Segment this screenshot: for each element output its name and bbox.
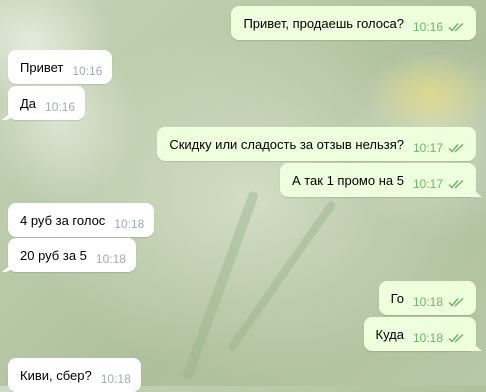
- message-time: 10:16: [72, 64, 103, 78]
- message-text: Киви, сбер?: [20, 367, 92, 383]
- double-check-icon: [448, 22, 466, 32]
- message-text: 20 руб за 5: [20, 247, 87, 263]
- message-outgoing[interactable]: А так 1 промо на 5 10:17: [279, 163, 476, 197]
- message-text: 4 руб за голос: [20, 212, 106, 228]
- message-time: 10:18: [412, 295, 443, 309]
- message-outgoing[interactable]: Скидку или сладость за отзыв нельзя? 10:…: [157, 127, 476, 161]
- message-incoming[interactable]: Привет 10:16: [8, 50, 113, 84]
- message-outgoing[interactable]: Куда 10:18: [363, 317, 476, 351]
- message-time: 10:17: [412, 141, 443, 155]
- message-outgoing[interactable]: Привет, продаешь голоса? 10:16: [231, 6, 476, 40]
- double-check-icon: [448, 143, 466, 153]
- message-incoming[interactable]: 20 руб за 5 10:18: [8, 238, 136, 272]
- message-text: Го: [390, 290, 404, 306]
- message-text: Куда: [375, 326, 404, 342]
- message-text: Привет: [20, 59, 64, 75]
- message-incoming[interactable]: 4 руб за голос 10:18: [8, 203, 155, 237]
- message-time: 10:16: [45, 100, 76, 114]
- message-incoming[interactable]: Киви, сбер? 10:18: [8, 358, 141, 392]
- message-text: Привет, продаешь голоса?: [243, 15, 404, 31]
- message-time: 10:17: [412, 177, 443, 191]
- message-text: А так 1 промо на 5: [291, 172, 404, 188]
- message-outgoing[interactable]: Го 10:18: [378, 281, 476, 315]
- message-time: 10:18: [114, 217, 145, 231]
- double-check-icon: [448, 179, 466, 189]
- message-incoming[interactable]: Да 10:16: [8, 86, 86, 120]
- double-check-icon: [448, 297, 466, 307]
- message-time: 10:18: [100, 372, 131, 386]
- message-time: 10:16: [412, 20, 443, 34]
- message-text: Да: [20, 95, 37, 111]
- double-check-icon: [448, 333, 466, 343]
- message-time: 10:18: [95, 252, 126, 266]
- message-time: 10:18: [412, 331, 443, 345]
- message-text: Скидку или сладость за отзыв нельзя?: [169, 136, 404, 152]
